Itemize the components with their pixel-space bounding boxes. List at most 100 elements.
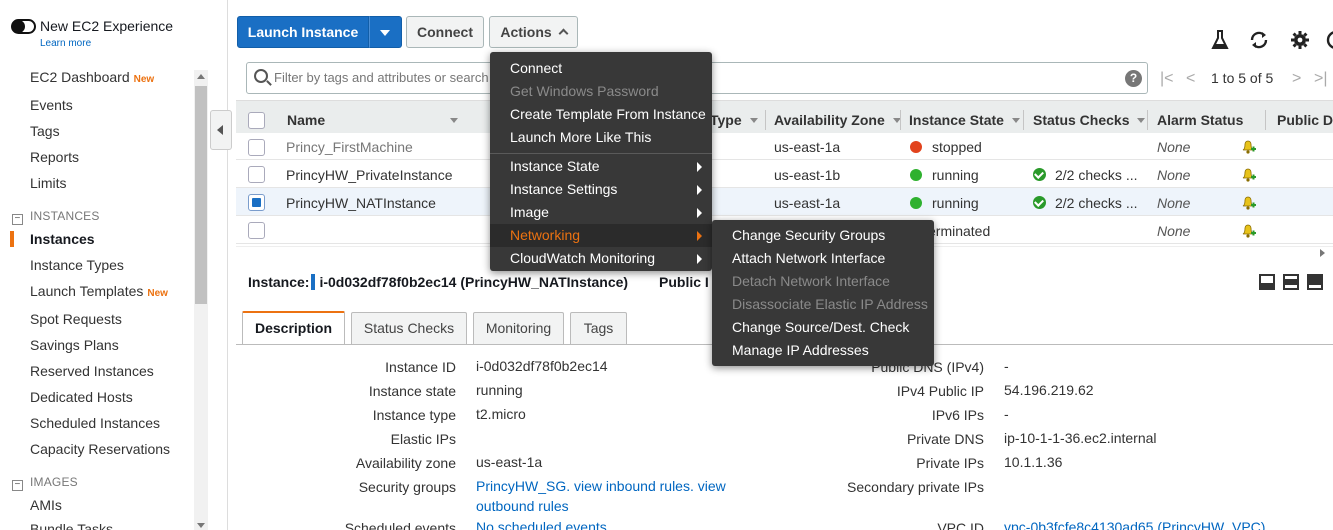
gear-icon[interactable] [1289,29,1311,51]
cell-zone: us-east-1a [774,139,841,155]
menu-item-image[interactable]: Image [490,201,712,224]
sidebar-scrollbar-thumb[interactable] [195,86,207,304]
menu-item-networking[interactable]: Networking [490,224,712,247]
menu-item-change-source-dest-check[interactable]: Change Source/Dest. Check [712,316,934,339]
outbound-rules-link[interactable]: outbound rules [476,498,569,514]
collapse-minus-icon: − [12,480,23,491]
create-alarm-icon[interactable] [1240,167,1256,183]
cell-alarm: None [1157,195,1191,211]
submenu-arrow-icon [697,254,702,264]
col-instance-type[interactable]: Type [710,112,758,128]
tab-status-checks[interactable]: Status Checks [351,312,467,344]
first-page-icon[interactable]: |< [1160,70,1174,88]
sidebar-item-reports[interactable]: Reports [30,149,79,165]
value-public-dns: - [1004,358,1009,374]
menu-item-create-template[interactable]: Create Template From Instance [490,103,712,126]
tab-tags[interactable]: Tags [570,312,627,344]
sidebar-item-dedicated-hosts[interactable]: Dedicated Hosts [30,389,133,405]
launch-instance-button[interactable]: Launch Instance [237,16,369,48]
sidebar-item-scheduled-instances[interactable]: Scheduled Instances [30,415,160,431]
cell-alarm: None [1157,139,1191,155]
menu-item-manage-ip-addresses[interactable]: Manage IP Addresses [712,339,934,362]
col-alarm-status[interactable]: Alarm Status [1157,112,1243,128]
col-status-checks[interactable]: Status Checks [1033,112,1146,128]
active-indicator [10,231,14,247]
row-checkbox[interactable] [248,222,265,239]
sidebar-item-instance-types[interactable]: Instance Types [30,257,124,273]
scroll-down-arrow-icon[interactable] [197,523,205,528]
menu-item-instance-settings[interactable]: Instance Settings [490,178,712,201]
instance-marker [311,274,316,290]
layout-top-icon[interactable] [1307,274,1323,290]
menu-item-change-security-groups[interactable]: Change Security Groups [712,224,934,247]
state-stopped-icon [910,141,922,153]
row-checkbox[interactable] [248,139,265,156]
col-name[interactable]: Name [287,112,459,128]
create-alarm-icon[interactable] [1240,195,1256,211]
connect-button[interactable]: Connect [406,16,484,48]
help-circle-icon[interactable] [1325,29,1333,51]
create-alarm-icon[interactable] [1240,223,1256,239]
cell-state: running [932,195,979,211]
tab-monitoring[interactable]: Monitoring [473,312,564,344]
menu-item-cloudwatch-monitoring[interactable]: CloudWatch Monitoring [490,247,712,270]
sidebar-item-bundle-tasks[interactable]: Bundle Tasks [30,521,113,530]
sidebar-item-ec2-dashboard[interactable]: EC2 Dashboard New [30,69,154,85]
select-all-checkbox[interactable] [248,112,265,129]
security-groups-link[interactable]: PrincyHW_SG. view inbound rules. view [476,478,726,494]
next-page-icon[interactable]: > [1292,70,1301,88]
menu-item-attach-network-interface[interactable]: Attach Network Interface [712,247,934,270]
menu-item-launch-more[interactable]: Launch More Like This [490,126,712,149]
sidebar-item-capacity-reservations[interactable]: Capacity Reservations [30,441,170,457]
col-separator [900,110,901,130]
filter-input[interactable]: Filter by tags and attributes or search [274,70,489,85]
sidebar-item-savings-plans[interactable]: Savings Plans [30,337,119,353]
launch-instance-dropdown-button[interactable] [369,16,402,48]
sidebar-item-reserved-instances[interactable]: Reserved Instances [30,363,154,379]
last-page-icon[interactable]: >| [1314,70,1328,88]
sidebar-item-instances[interactable]: Instances [30,231,95,247]
create-alarm-icon[interactable] [1240,139,1256,155]
col-separator [1147,110,1148,130]
new-experience-toggle[interactable] [11,19,36,34]
prev-page-icon[interactable]: < [1186,70,1195,88]
learn-more-link[interactable]: Learn more [40,38,91,49]
flask-icon[interactable] [1209,29,1231,51]
sidebar-item-tags[interactable]: Tags [30,123,60,139]
scheduled-events-link[interactable]: No scheduled events [476,519,607,530]
label-instance-id: Instance ID [385,359,456,375]
tab-description[interactable]: Description [242,311,345,344]
row-checkbox-checked[interactable] [248,194,265,211]
menu-item-label: Instance Settings [510,181,618,197]
col-instance-state[interactable]: Instance State [909,112,1020,128]
col-availability-zone[interactable]: Availability Zone [774,112,901,128]
sidebar-item-amis[interactable]: AMIs [30,497,62,513]
sidebar-item-events[interactable]: Events [30,97,73,113]
layout-bottom-icon[interactable] [1259,274,1275,290]
sidebar-item-limits[interactable]: Limits [30,175,67,191]
state-running-icon [910,169,922,181]
menu-item-instance-state[interactable]: Instance State [490,155,712,178]
menu-item-label: Image [510,204,549,220]
question-icon[interactable]: ? [1125,70,1142,87]
menu-item-connect[interactable]: Connect [490,57,712,80]
layout-split-icon[interactable] [1283,274,1299,290]
submenu-arrow-icon [697,162,702,172]
sidebar-item-launch-templates[interactable]: Launch Templates New [30,283,168,299]
section-images[interactable]: − IMAGES [12,475,78,491]
sidebar-collapse-button[interactable] [210,110,232,150]
refresh-icon[interactable] [1248,29,1270,51]
scroll-right-arrow-icon[interactable] [1320,249,1325,257]
cell-checks: 2/2 checks ... [1055,167,1138,183]
col-label: Availability Zone [774,112,885,128]
sort-caret-icon [1137,118,1146,123]
sidebar-item-spot-requests[interactable]: Spot Requests [30,311,122,327]
col-separator [1023,110,1024,130]
scroll-up-arrow-icon[interactable] [197,74,205,79]
vpc-id-link[interactable]: vpc-0b3fcfe8c4130ad65 (PrincyHW_VPC) [1004,519,1265,530]
col-public-dns[interactable]: Public DN [1277,112,1333,128]
section-instances[interactable]: − INSTANCES [12,209,100,225]
label-instance-type: Instance type [372,407,456,423]
actions-button[interactable]: Actions [489,16,578,48]
row-checkbox[interactable] [248,166,265,183]
